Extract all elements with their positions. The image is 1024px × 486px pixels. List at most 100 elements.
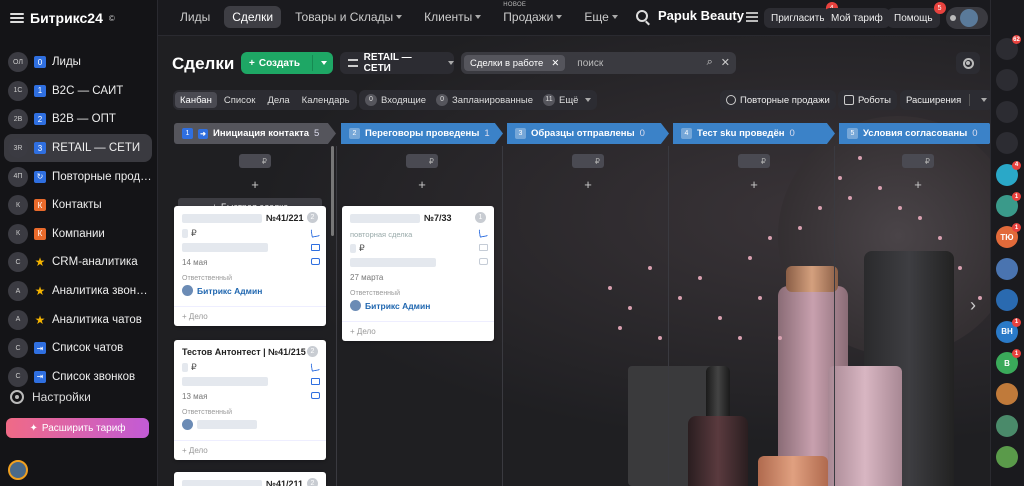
sidebar-item[interactable]: 4П ↻ Повторные прода... bbox=[4, 162, 152, 191]
robots-button[interactable]: Роботы bbox=[838, 90, 897, 110]
card-title[interactable]: Тестов Антонтест | №41/215 bbox=[182, 346, 318, 358]
chevron-down-icon[interactable] bbox=[321, 61, 327, 65]
view-tab[interactable]: Календарь bbox=[297, 92, 355, 108]
right-rail-item[interactable] bbox=[996, 446, 1018, 469]
card-title[interactable]: №41/211 bbox=[182, 478, 318, 486]
right-rail-item[interactable] bbox=[996, 414, 1018, 437]
right-rail-item[interactable] bbox=[996, 383, 1018, 406]
add-deal-plus-icon[interactable]: + bbox=[248, 178, 262, 192]
card-user[interactable]: Битрикс Админ bbox=[182, 285, 318, 296]
add-deal-plus-icon[interactable]: + bbox=[415, 178, 429, 192]
card-title[interactable]: №7/33 bbox=[350, 212, 486, 224]
right-rail-item[interactable]: 1 bbox=[996, 192, 1021, 217]
sidebar-item[interactable]: 2В 2 B2B — ОПТ bbox=[4, 105, 152, 134]
top-nav-item[interactable]: Еще bbox=[576, 6, 625, 28]
top-nav-item[interactable]: Сделки bbox=[224, 6, 282, 28]
create-button[interactable]: + Создать bbox=[241, 52, 333, 74]
right-rail-item[interactable]: 62 bbox=[996, 35, 1021, 60]
upgrade-tariff-button[interactable]: ✦ Расширить тариф bbox=[6, 418, 149, 438]
close-icon[interactable]: ✕ bbox=[551, 58, 559, 69]
mail-icon[interactable] bbox=[311, 244, 320, 251]
search-icon[interactable] bbox=[636, 9, 648, 22]
filter-chip[interactable]: Сделки в работе ✕ bbox=[464, 55, 566, 71]
right-rail-item[interactable]: В1 bbox=[996, 349, 1021, 374]
search-input[interactable]: поиск bbox=[577, 58, 603, 69]
counter[interactable]: 0 Входящие bbox=[365, 94, 426, 106]
close-icon[interactable]: ✕ bbox=[721, 56, 730, 69]
repeat-sales-button[interactable]: Повторные продажи bbox=[720, 90, 836, 110]
chat-icon[interactable] bbox=[311, 392, 320, 399]
scrollbar[interactable] bbox=[331, 146, 334, 236]
chat-icon[interactable] bbox=[311, 258, 320, 265]
add-activity-link[interactable]: + Дело bbox=[342, 321, 494, 341]
menu-icon[interactable] bbox=[10, 13, 24, 23]
chevron-right-icon[interactable]: › bbox=[966, 294, 980, 316]
search-box[interactable]: Сделки в работе ✕ поиск ⌕ ✕ bbox=[461, 52, 736, 74]
avatar[interactable] bbox=[8, 460, 28, 480]
view-tab[interactable]: Дела bbox=[262, 92, 294, 108]
view-tab[interactable]: Канбан bbox=[175, 92, 217, 108]
add-activity-link[interactable]: + Дело bbox=[174, 440, 326, 460]
sidebar-item[interactable]: 1С 1 B2C — САЙТ bbox=[4, 77, 152, 106]
right-rail-item[interactable] bbox=[996, 132, 1018, 155]
sidebar-item[interactable]: С ★ CRM-аналитика bbox=[4, 248, 152, 277]
deal-card[interactable]: №41/211 2 bbox=[174, 472, 326, 486]
right-rail-item[interactable]: ТЮ 1 bbox=[996, 223, 1021, 249]
counter[interactable]: 11 Ещё bbox=[543, 94, 592, 106]
right-rail-item[interactable] bbox=[996, 257, 1018, 280]
search-icon[interactable]: ⌕ bbox=[707, 56, 713, 69]
add-deal-plus-icon[interactable]: + bbox=[581, 178, 595, 192]
invite-button[interactable]: Пригласить 4 bbox=[764, 2, 838, 28]
sidebar-item[interactable]: 3R 3 RETAIL — СЕТИ bbox=[4, 133, 152, 163]
top-nav-item[interactable]: Клиенты bbox=[416, 6, 489, 28]
sliders-icon[interactable] bbox=[746, 12, 758, 22]
deal-card[interactable]: Тестов Антонтест | №41/215 2 ₽13 мая Ответс… bbox=[174, 340, 326, 460]
view-tab[interactable]: Список bbox=[219, 92, 261, 108]
top-nav-item[interactable]: Лиды bbox=[172, 6, 218, 28]
card-title[interactable]: №41/221 bbox=[182, 212, 318, 224]
column-header[interactable]: 2 Переговоры проведены 1 bbox=[341, 123, 503, 144]
settings-item[interactable]: Настройки bbox=[10, 390, 91, 404]
mail-icon[interactable] bbox=[479, 244, 488, 251]
add-activity-link[interactable]: + Дело bbox=[174, 306, 326, 326]
sidebar-item[interactable]: ОЛ 0 Лиды bbox=[4, 48, 152, 77]
right-rail-item[interactable]: ВН 1 bbox=[996, 317, 1021, 343]
counter[interactable]: 0 Запланированные bbox=[436, 94, 533, 106]
right-rail: 62 4 1 ТЮ 1 ВН 1 В 1 bbox=[990, 0, 1024, 486]
sidebar-item[interactable]: А ★ Аналитика чатов bbox=[4, 305, 152, 334]
card-user[interactable] bbox=[182, 419, 318, 430]
sidebar-item[interactable]: А ★ Аналитика звонков bbox=[4, 277, 152, 306]
phone-icon[interactable] bbox=[310, 227, 321, 238]
deal-card[interactable]: №41/221 2 ₽14 мая Ответственный Битрикс Адми… bbox=[174, 206, 326, 326]
board-settings-button[interactable] bbox=[956, 52, 980, 74]
sidebar-item[interactable]: К К Контакты bbox=[4, 191, 152, 220]
company-block[interactable]: Papuk Beauty bbox=[636, 8, 744, 23]
sidebar-item[interactable]: К К Компании bbox=[4, 220, 152, 249]
pipeline-select[interactable]: RETAIL — СЕТИ bbox=[340, 52, 454, 74]
my-tariff-button[interactable]: Мой тариф bbox=[824, 8, 890, 28]
add-deal-plus-icon[interactable]: + bbox=[747, 178, 761, 192]
column-header[interactable]: 4 Тест sku проведён 0 bbox=[673, 123, 835, 144]
extensions-button[interactable]: Расширения bbox=[900, 90, 990, 110]
column-header[interactable]: 5 Условия согласованы 0 bbox=[839, 123, 990, 144]
column-header[interactable]: 3 Образцы отправлены 0 bbox=[507, 123, 669, 144]
add-deal-plus-icon[interactable]: + bbox=[911, 178, 925, 192]
top-nav-item[interactable]: Товары и Склады bbox=[287, 6, 410, 28]
phone-icon[interactable] bbox=[310, 361, 321, 372]
sidebar-item[interactable]: С ⇥ Список звонков bbox=[4, 363, 152, 392]
top-nav-item[interactable]: Продажи НОВОЕ bbox=[495, 2, 570, 28]
logo[interactable]: Битрикс24 © bbox=[10, 8, 115, 28]
sidebar-item[interactable]: С ⇥ Список чатов bbox=[4, 334, 152, 363]
card-user[interactable]: Битрикс Админ bbox=[350, 300, 486, 311]
column-header[interactable]: 1 ➜ Инициация контакта 5 bbox=[174, 123, 336, 144]
phone-icon[interactable] bbox=[478, 227, 489, 238]
mail-icon[interactable] bbox=[311, 378, 320, 385]
right-rail-item[interactable] bbox=[996, 69, 1018, 92]
deal-card[interactable]: №7/33 1 повторная сделка ₽27 марта Ответстве… bbox=[342, 206, 494, 341]
right-rail-item[interactable] bbox=[996, 289, 1018, 312]
help-button[interactable]: Помощь 5 bbox=[887, 2, 946, 28]
right-rail-item[interactable]: 4 bbox=[996, 160, 1021, 186]
profile-toggle[interactable] bbox=[946, 7, 988, 29]
right-rail-item[interactable] bbox=[996, 100, 1018, 123]
chat-icon[interactable] bbox=[479, 258, 488, 265]
